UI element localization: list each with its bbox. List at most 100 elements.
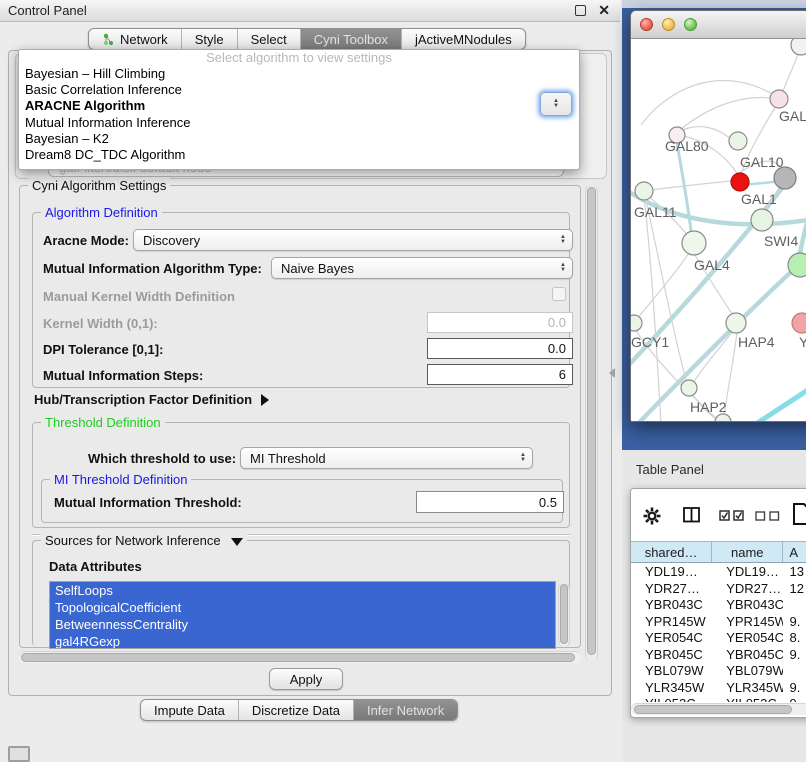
cell[interactable]: YBR045C <box>631 647 712 664</box>
cell[interactable]: YIL052C <box>712 696 783 702</box>
cell[interactable]: YPR145W <box>631 614 712 631</box>
sources-title[interactable]: Sources for Network Inference <box>41 533 247 548</box>
cell[interactable]: YIL052C <box>631 696 712 702</box>
dropdown-item[interactable]: Basic Correlation Inference <box>19 82 579 98</box>
tab-infer-network[interactable]: Infer Network <box>353 700 457 720</box>
hub-definition-expander[interactable]: Hub/Transcription Factor Definition <box>34 392 269 407</box>
node-gray[interactable] <box>774 167 796 189</box>
kernel-width-field[interactable]: 0.0 <box>427 312 573 333</box>
dropdown-item[interactable]: Bayesian – Hill Climbing <box>19 66 579 82</box>
close-icon[interactable]: ✕ <box>598 2 610 19</box>
cell[interactable]: 9. <box>783 647 806 664</box>
table-row[interactable]: YPR145W YPR145W 9. <box>631 614 806 631</box>
table-row[interactable]: YLR345W YLR345W 9. <box>631 680 806 697</box>
cell[interactable]: 12 <box>783 581 806 598</box>
node-swi4[interactable] <box>751 209 773 231</box>
node-gal-pink[interactable] <box>770 90 788 108</box>
list-item[interactable]: TopologicalCoefficient <box>50 599 555 616</box>
node-salmon[interactable] <box>792 313 806 333</box>
node-gal1-red[interactable] <box>731 173 749 191</box>
which-threshold-combo[interactable]: MI Threshold ▲▼ <box>240 447 533 469</box>
cell[interactable]: YDL19… <box>712 564 783 581</box>
cell[interactable]: YER054C <box>712 630 783 647</box>
list-item[interactable]: BetweennessCentrality <box>50 616 555 633</box>
cell[interactable]: YLR345W <box>631 680 712 697</box>
network-window-titlebar[interactable] <box>631 11 806 39</box>
close-traffic-light[interactable] <box>640 18 653 31</box>
mi-steps-field[interactable]: 6 <box>427 364 573 385</box>
cell[interactable]: YER054C <box>631 630 712 647</box>
table-horizontal-scrollbar-thumb[interactable] <box>634 705 792 714</box>
table-row[interactable]: YBR045C YBR045C 9. <box>631 647 806 664</box>
cell[interactable]: 8. <box>783 630 806 647</box>
apply-button[interactable]: Apply <box>269 668 343 690</box>
node-gal4[interactable] <box>682 231 706 255</box>
dpi-tolerance-field[interactable]: 0.0 <box>427 338 573 359</box>
zoom-traffic-light[interactable] <box>684 18 697 31</box>
cell[interactable]: YDR27… <box>631 581 712 598</box>
cell[interactable]: YDR27… <box>712 581 783 598</box>
node-gal11[interactable] <box>635 182 653 200</box>
panel-divider-handle[interactable] <box>609 368 616 378</box>
document-icon[interactable] <box>793 503 806 525</box>
node-gal10[interactable] <box>729 132 747 150</box>
cell[interactable] <box>783 597 806 614</box>
float-window-icon[interactable] <box>575 5 586 16</box>
list-scrollbar-thumb[interactable] <box>560 584 568 644</box>
dropdown-item[interactable]: Bayesian – K2 <box>19 131 579 147</box>
tab-discretize-data[interactable]: Discretize Data <box>238 700 353 720</box>
table-row[interactable]: YIL052C YIL052C 9. <box>631 696 806 702</box>
cell[interactable] <box>783 663 806 680</box>
table-row[interactable]: YER054C YER054C 8. <box>631 630 806 647</box>
list-item[interactable]: SelfLoops <box>50 582 555 599</box>
node-corner[interactable] <box>791 39 806 55</box>
tab-style[interactable]: Style <box>181 29 237 49</box>
cell[interactable]: YBL079W <box>712 663 783 680</box>
cell[interactable]: YBR043C <box>631 597 712 614</box>
mi-type-combo[interactable]: Naive Bayes ▲▼ <box>271 257 573 279</box>
column-header-name[interactable]: name <box>712 542 783 562</box>
tab-impute-data[interactable]: Impute Data <box>141 700 238 720</box>
cell[interactable]: YDL19… <box>631 564 712 581</box>
network-canvas[interactable]: GAL GAL80 GAL10 GAL1 SWI4 GAL11 GAL4 GCY… <box>631 39 806 422</box>
table-row[interactable]: YDR27… YDR27… 12 <box>631 581 806 598</box>
cell[interactable]: 9. <box>783 614 806 631</box>
hide-columns-unchecked-icon[interactable] <box>755 511 781 521</box>
tab-select[interactable]: Select <box>237 29 300 49</box>
dropdown-item[interactable]: Mutual Information Inference <box>19 115 579 131</box>
control-panel-titlebar[interactable]: Control Panel ✕ <box>0 0 620 22</box>
list-item[interactable]: gal4RGexp <box>50 633 555 649</box>
columns-icon[interactable] <box>683 507 701 523</box>
manual-kernel-checkbox[interactable] <box>552 287 566 301</box>
column-header-partial[interactable]: A <box>783 542 806 562</box>
minimize-traffic-light[interactable] <box>662 18 675 31</box>
cell[interactable]: 9. <box>783 680 806 697</box>
settings-vertical-scrollbar-thumb[interactable] <box>587 187 596 655</box>
algorithm-combo-stepper[interactable]: ▲▼ <box>540 92 572 116</box>
node-bright-green[interactable] <box>788 253 806 277</box>
aracne-mode-combo[interactable]: Discovery ▲▼ <box>133 229 573 251</box>
cell[interactable]: YBR045C <box>712 647 783 664</box>
table-row[interactable]: YDL19… YDL19… 13 <box>631 564 806 581</box>
show-columns-checked-icon[interactable] <box>719 510 745 521</box>
node-hap4[interactable] <box>726 313 746 333</box>
cell[interactable]: 13 <box>783 564 806 581</box>
column-header-shared-name[interactable]: shared… <box>631 542 712 562</box>
cell[interactable]: YBR043C <box>712 597 783 614</box>
dropdown-item[interactable]: Dream8 DC_TDC Algorithm <box>19 147 579 163</box>
mi-threshold-field[interactable]: 0.5 <box>416 491 564 513</box>
node-bottom[interactable] <box>715 414 731 422</box>
node-hap2[interactable] <box>681 380 697 396</box>
dropdown-item-selected[interactable]: ARACNE Algorithm <box>19 98 579 114</box>
gear-icon[interactable] <box>643 507 661 525</box>
cell[interactable]: 9. <box>783 696 806 702</box>
node-gcy1[interactable] <box>631 315 642 331</box>
cell[interactable]: YBL079W <box>631 663 712 680</box>
tab-network[interactable]: Network <box>89 29 181 49</box>
table-row[interactable]: YBR043C YBR043C <box>631 597 806 614</box>
tab-cyni-toolbox[interactable]: Cyni Toolbox <box>300 29 401 49</box>
cell[interactable]: YLR345W <box>712 680 783 697</box>
tab-jactivemnodules[interactable]: jActiveMNodules <box>401 29 525 49</box>
settings-horizontal-scrollbar-thumb[interactable] <box>21 653 575 662</box>
table-row[interactable]: YBL079W YBL079W <box>631 663 806 680</box>
